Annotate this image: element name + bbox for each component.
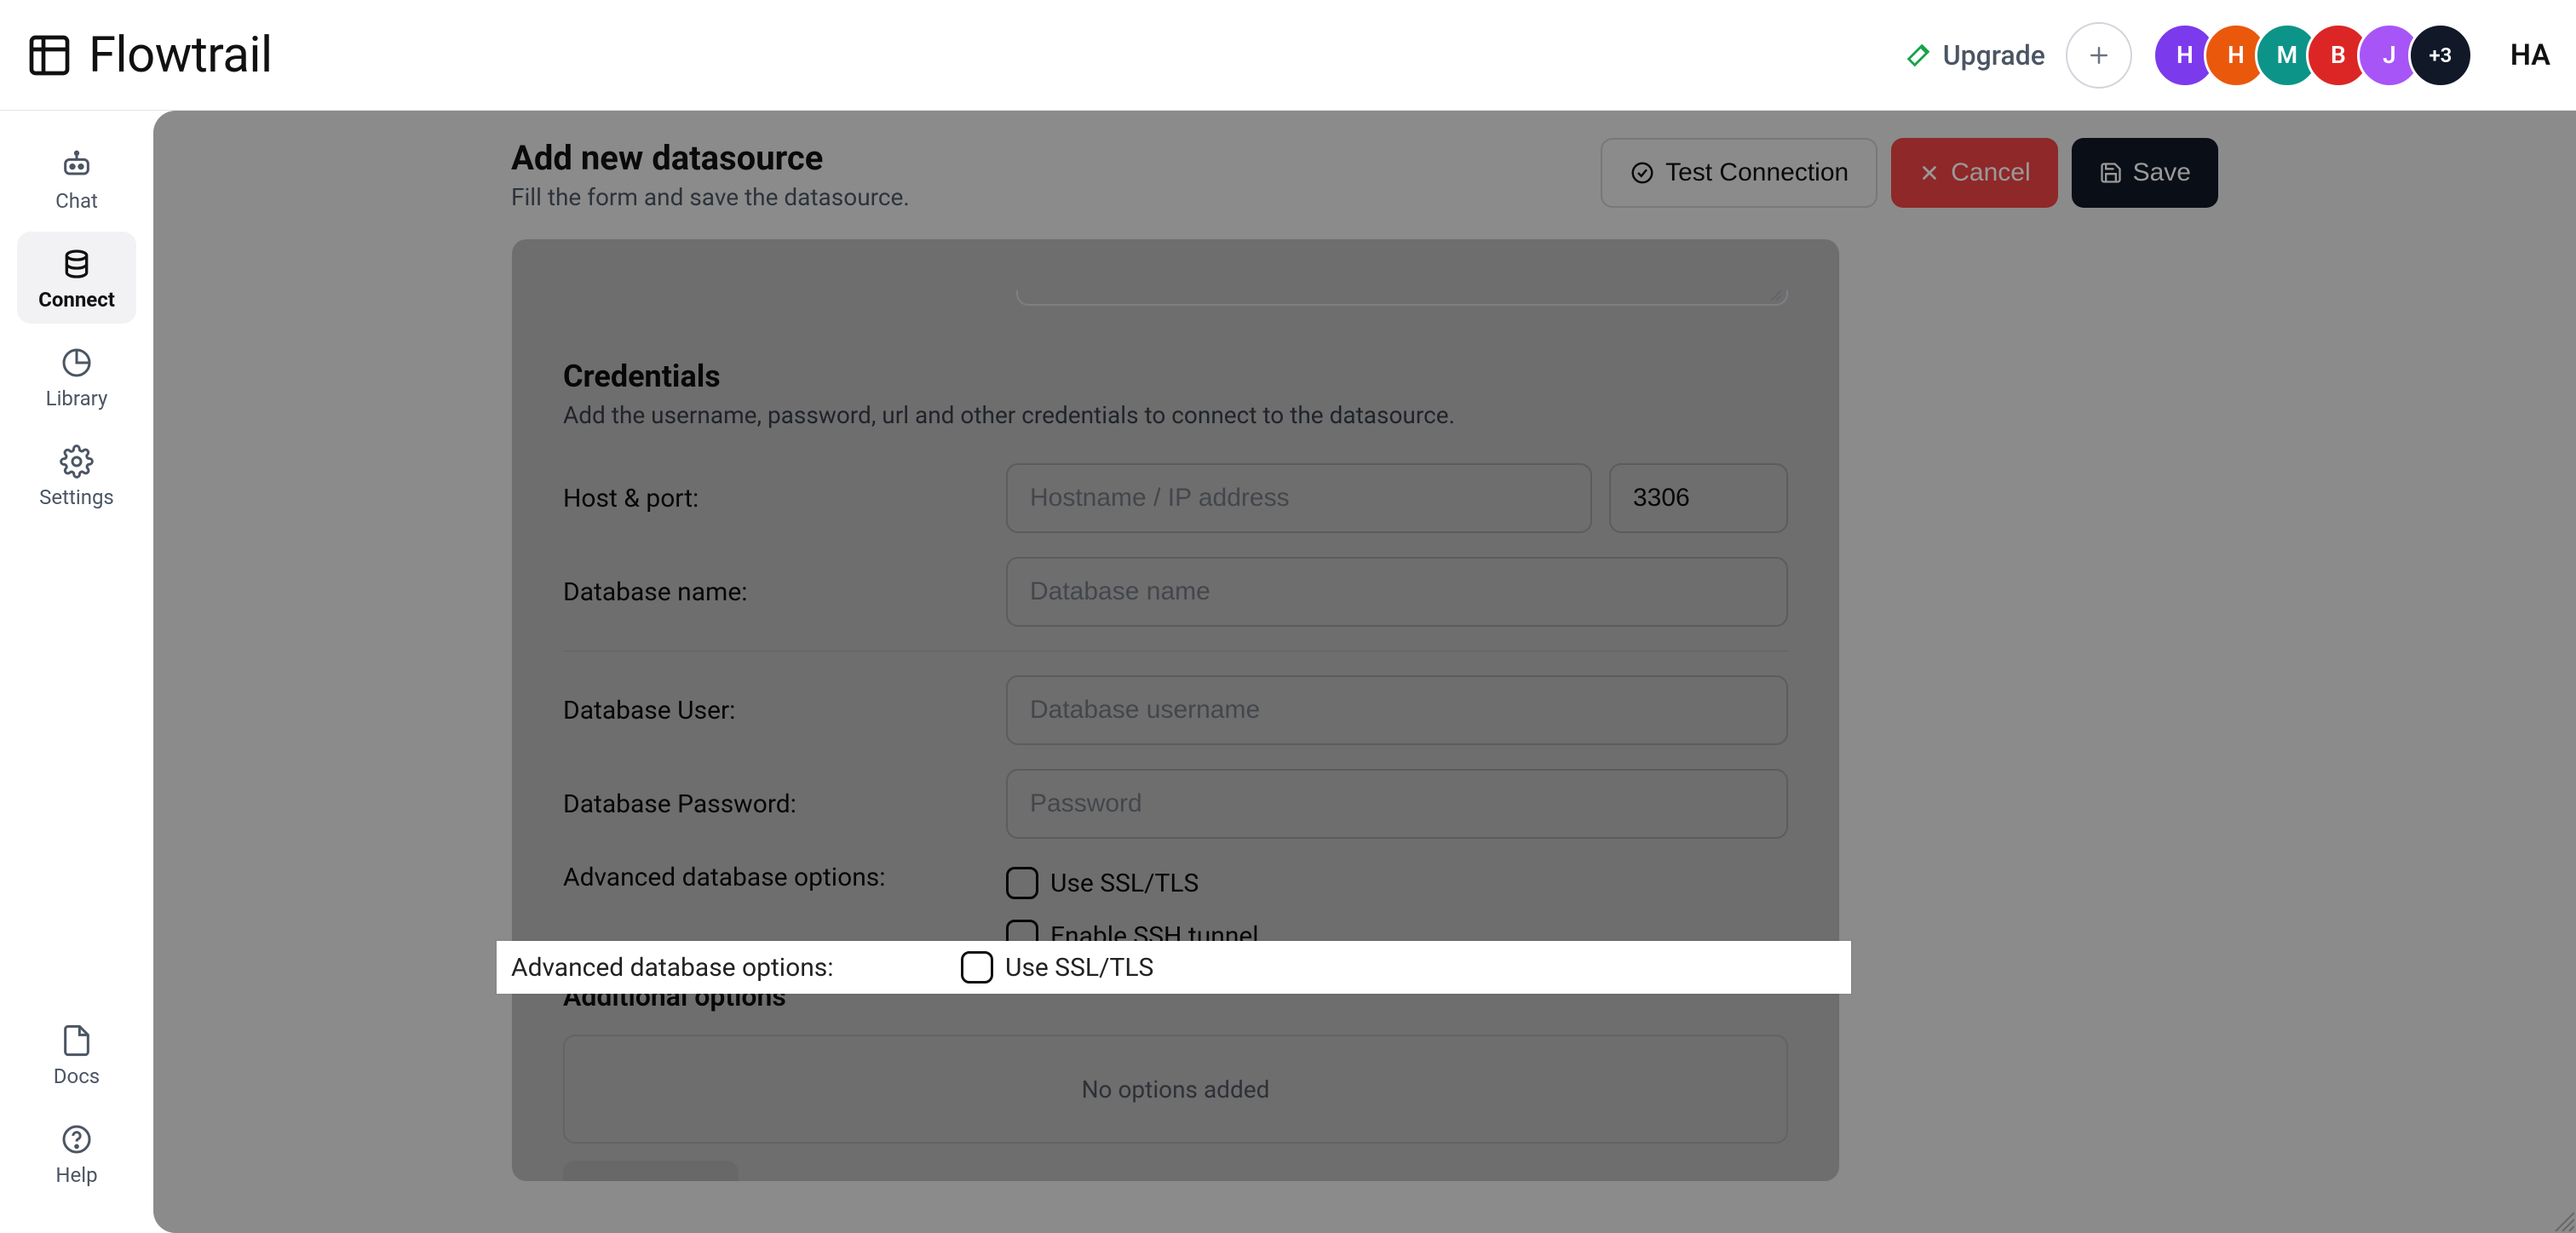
help-icon bbox=[60, 1122, 94, 1156]
check-circle-icon bbox=[1630, 160, 1655, 186]
resize-handle-icon[interactable] bbox=[1768, 287, 1781, 301]
sidebar-item-label: Library bbox=[46, 387, 108, 410]
options-empty-box: No options added bbox=[563, 1035, 1788, 1144]
form-row-dbname: Database name: bbox=[563, 557, 1788, 627]
checkbox-ssl[interactable]: Use SSL/TLS bbox=[961, 947, 1153, 988]
dbname-input[interactable] bbox=[1006, 557, 1788, 627]
sidebar-item-label: Help bbox=[55, 1163, 97, 1187]
cancel-button[interactable]: Cancel bbox=[1891, 138, 2057, 208]
checkbox-box[interactable] bbox=[961, 951, 993, 984]
sidebar-item-connect[interactable]: Connect bbox=[17, 232, 136, 324]
avatar-more[interactable]: +3 bbox=[2408, 23, 2473, 88]
close-icon bbox=[1918, 162, 1941, 184]
app-name: Flowtrail bbox=[89, 26, 273, 84]
checkbox-ssl[interactable]: Use SSL/TLS bbox=[1006, 863, 1259, 903]
sidebar-item-label: Connect bbox=[38, 288, 115, 312]
checkbox-label: Use SSL/TLS bbox=[1050, 869, 1199, 898]
avatar-stack[interactable]: H H M B J +3 bbox=[2153, 23, 2473, 88]
highlighted-row-advanced: Advanced database options: Use SSL/TLS bbox=[497, 941, 1851, 994]
upgrade-link[interactable]: Upgrade bbox=[1904, 39, 2045, 72]
field-label: Database name: bbox=[563, 577, 1006, 607]
checkbox-box[interactable] bbox=[1006, 867, 1038, 899]
header-right: Upgrade H H M B J +3 HA bbox=[1904, 22, 2550, 89]
form-row-dbuser: Database User: bbox=[563, 675, 1788, 745]
button-label: Save bbox=[2133, 158, 2191, 187]
port-input[interactable] bbox=[1609, 463, 1788, 533]
add-row-button[interactable]: Add Row bbox=[563, 1161, 739, 1182]
page-title: Add new datasource bbox=[511, 138, 910, 178]
host-input[interactable] bbox=[1006, 463, 1592, 533]
dbuser-input[interactable] bbox=[1006, 675, 1788, 745]
file-icon bbox=[60, 1024, 94, 1058]
button-label: Test Connection bbox=[1665, 158, 1849, 187]
textarea-bottom-edge bbox=[563, 290, 1788, 311]
gear-icon bbox=[60, 444, 94, 479]
header-left: Flowtrail bbox=[26, 26, 273, 84]
sidebar: Chat Connect bbox=[0, 111, 153, 1233]
section-title-credentials: Credentials bbox=[563, 358, 1788, 394]
add-button[interactable] bbox=[2066, 22, 2132, 89]
field-label: Advanced database options: bbox=[511, 953, 961, 983]
sidebar-item-label: Docs bbox=[54, 1064, 100, 1088]
logo-icon bbox=[26, 32, 73, 79]
field-label: Database Password: bbox=[563, 789, 1006, 819]
button-label: Cancel bbox=[1951, 158, 2030, 187]
dbpass-input[interactable] bbox=[1006, 769, 1788, 839]
save-icon bbox=[2099, 161, 2123, 185]
plus-icon bbox=[587, 1181, 609, 1182]
sidebar-item-settings[interactable]: Settings bbox=[17, 429, 136, 521]
main-canvas: Add new datasource Fill the form and sav… bbox=[153, 111, 2576, 1233]
field-label: Host & port: bbox=[563, 484, 1006, 513]
options-empty-label: No options added bbox=[1082, 1075, 1270, 1104]
page-subtitle: Fill the form and save the datasource. bbox=[511, 183, 910, 211]
database-icon bbox=[60, 247, 94, 281]
sidebar-item-docs[interactable]: Docs bbox=[17, 1008, 136, 1100]
pie-chart-icon bbox=[60, 346, 94, 380]
section-desc-credentials: Add the username, password, url and othe… bbox=[563, 401, 1788, 429]
window-resize-icon[interactable] bbox=[2550, 1207, 2574, 1231]
field-label: Database User: bbox=[563, 696, 1006, 725]
test-connection-button[interactable]: Test Connection bbox=[1601, 138, 1877, 208]
page-header: Add new datasource Fill the form and sav… bbox=[153, 138, 2576, 211]
robot-icon bbox=[60, 148, 94, 182]
checkbox-label: Use SSL/TLS bbox=[1005, 953, 1153, 983]
sidebar-item-label: Chat bbox=[55, 189, 98, 213]
form-row-host: Host & port: bbox=[563, 463, 1788, 533]
field-label: Advanced database options: bbox=[563, 863, 1006, 892]
upgrade-label: Upgrade bbox=[1943, 39, 2045, 72]
plus-icon bbox=[2086, 43, 2112, 68]
button-label: Add Row bbox=[618, 1179, 715, 1182]
form-card: Credentials Add the username, password, … bbox=[511, 238, 1840, 1182]
app-header: Flowtrail Upgrade H H M B bbox=[0, 0, 2576, 111]
save-button[interactable]: Save bbox=[2072, 138, 2218, 208]
sidebar-item-help[interactable]: Help bbox=[17, 1107, 136, 1199]
sidebar-item-chat[interactable]: Chat bbox=[17, 133, 136, 225]
wand-icon bbox=[1904, 41, 1933, 70]
form-row-dbpass: Database Password: bbox=[563, 769, 1788, 839]
sidebar-item-library[interactable]: Library bbox=[17, 330, 136, 422]
user-badge[interactable]: HA bbox=[2510, 38, 2550, 72]
sidebar-item-label: Settings bbox=[39, 485, 114, 509]
